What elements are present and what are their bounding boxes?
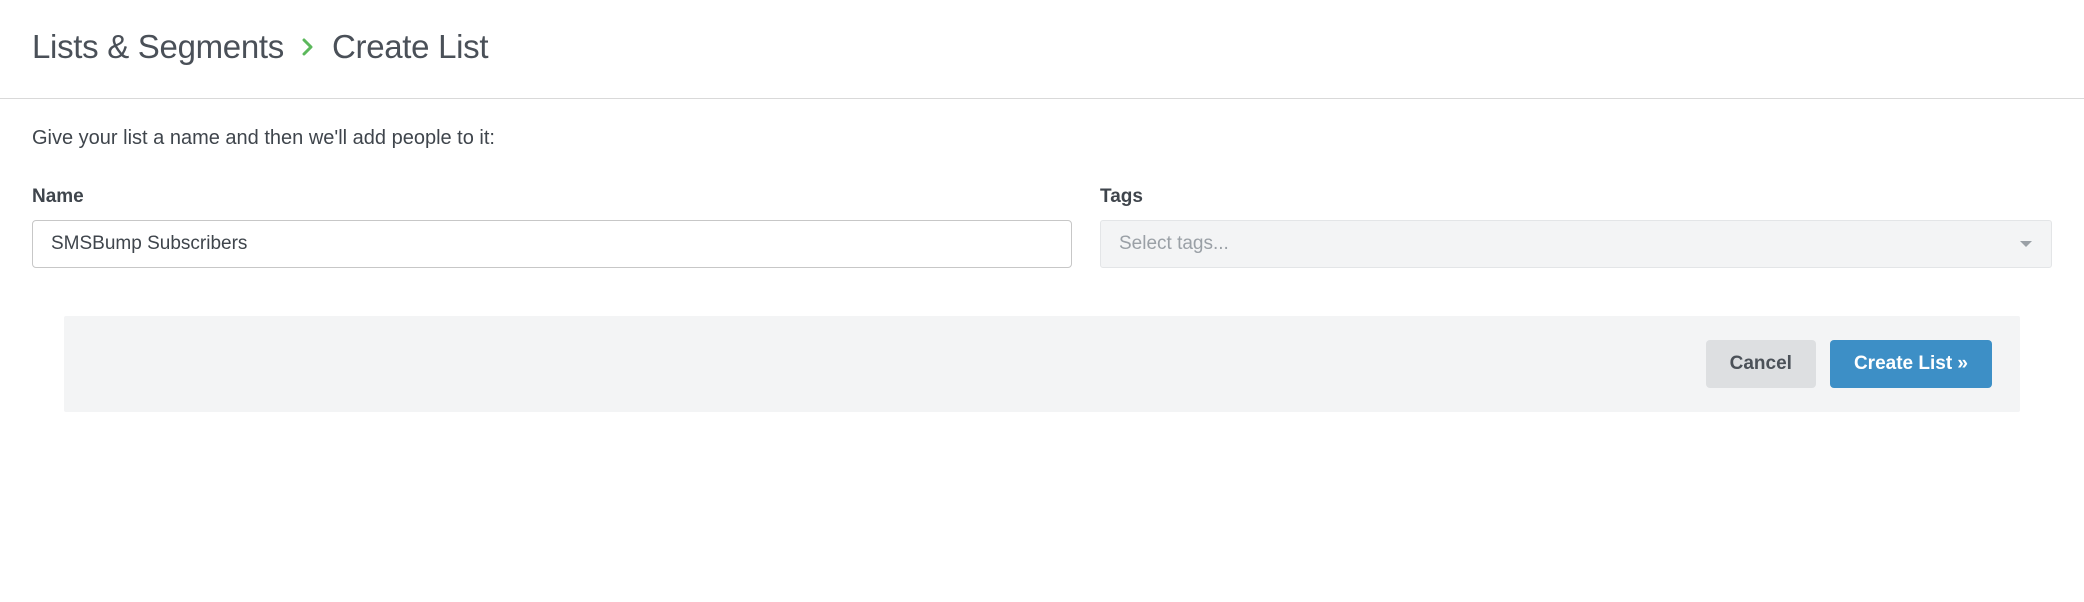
name-label: Name — [32, 186, 1072, 208]
tags-label: Tags — [1100, 186, 2052, 208]
breadcrumb-parent[interactable]: Lists & Segments — [32, 28, 284, 66]
page-header: Lists & Segments Create List — [0, 0, 2084, 99]
content-area: Give your list a name and then we'll add… — [0, 99, 2084, 412]
cancel-button[interactable]: Cancel — [1706, 340, 1816, 388]
breadcrumb: Lists & Segments Create List — [32, 28, 2052, 66]
chevron-right-icon — [302, 38, 314, 56]
create-list-button[interactable]: Create List » — [1830, 340, 1992, 388]
name-input[interactable] — [32, 220, 1072, 268]
footer-actions: Cancel Create List » — [64, 316, 2020, 412]
tags-placeholder: Select tags... — [1119, 233, 2019, 255]
name-field-group: Name — [32, 186, 1072, 268]
caret-down-icon — [2019, 240, 2033, 248]
breadcrumb-current: Create List — [332, 28, 488, 66]
tags-field-group: Tags Select tags... — [1100, 186, 2052, 268]
intro-text: Give your list a name and then we'll add… — [32, 127, 2052, 150]
tags-select[interactable]: Select tags... — [1100, 220, 2052, 268]
form-row: Name Tags Select tags... — [32, 186, 2052, 268]
